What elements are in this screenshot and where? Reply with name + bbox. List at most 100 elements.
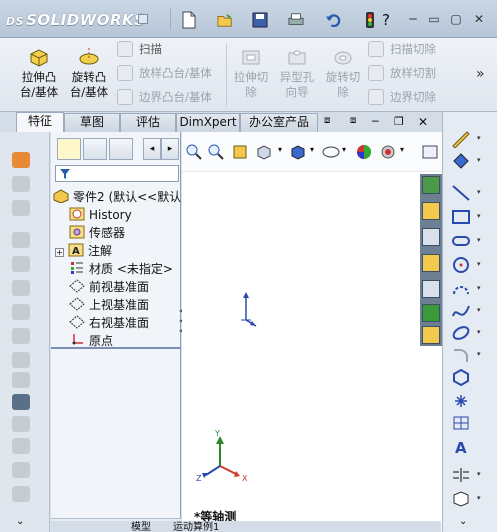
new-doc-icon[interactable]	[181, 11, 197, 29]
tab-evaluate[interactable]: 评估	[120, 113, 176, 132]
rectangle-icon[interactable]	[451, 208, 471, 226]
chevron-down-icon[interactable]: ▾	[477, 212, 481, 220]
minimize-button[interactable]: ─	[404, 12, 422, 28]
mirror-entities-icon[interactable]	[451, 466, 471, 484]
intersect-icon[interactable]	[12, 328, 30, 344]
help-icon[interactable]: ?	[378, 11, 394, 29]
search-tab[interactable]	[422, 254, 440, 272]
rib-icon[interactable]	[12, 232, 30, 248]
extrude-boss-button[interactable]: 拉伸凸 台/基体	[16, 46, 62, 100]
view-palette-tab[interactable]	[422, 280, 440, 298]
draft-icon[interactable]	[12, 256, 30, 272]
instant3d-icon[interactable]	[12, 438, 30, 454]
smart-dimension-icon[interactable]	[451, 152, 471, 170]
revolve-cut-button[interactable]: 旋转切 除	[320, 46, 366, 100]
chevron-down-icon[interactable]: ▾	[477, 236, 481, 244]
print-icon[interactable]	[288, 11, 304, 29]
pattern-icon[interactable]	[12, 372, 30, 388]
tree-root-part[interactable]: 零件2 (默认<<默认	[53, 188, 181, 206]
menu-caret-icon[interactable]	[138, 14, 148, 24]
point-icon[interactable]	[451, 392, 471, 410]
appearances-tab[interactable]	[422, 304, 440, 322]
tree-item-annotations[interactable]: + A 注解	[55, 242, 112, 260]
design-library-tab[interactable]	[422, 202, 440, 220]
chamfer-icon[interactable]	[12, 200, 30, 216]
graphics-area[interactable]: ▾ ▾ ▾ ▾ Y X Z *等轴测	[182, 132, 442, 532]
zoom-to-fit-icon[interactable]	[186, 144, 202, 160]
tab-features[interactable]: 特征	[16, 112, 64, 133]
tree-item-right-plane[interactable]: 右视基准面	[69, 314, 149, 332]
chevron-down-icon[interactable]: ▾	[477, 494, 481, 502]
sweep-button[interactable]: 扫描	[117, 40, 162, 58]
chevron-down-icon[interactable]: ▾	[477, 260, 481, 268]
slot-icon[interactable]	[451, 232, 471, 250]
file-explorer-tab[interactable]	[422, 228, 440, 246]
swept-cut-button[interactable]: 扫描切除	[368, 40, 436, 58]
fillet-sketch-icon[interactable]	[451, 346, 471, 364]
fillet-icon[interactable]	[12, 176, 30, 192]
tree-item-history[interactable]: History	[69, 206, 132, 224]
tree-item-front-plane[interactable]: 前视基准面	[69, 278, 149, 296]
split-icon[interactable]	[12, 462, 30, 478]
open-icon[interactable]	[217, 11, 233, 29]
chevron-down-icon[interactable]: ▾	[477, 156, 481, 164]
polygon-icon[interactable]	[451, 368, 471, 386]
scroll-right-button[interactable]: ▸	[161, 138, 179, 160]
text-icon[interactable]: A	[451, 438, 471, 456]
mirror-icon[interactable]	[12, 352, 30, 368]
circle-icon[interactable]	[451, 256, 471, 274]
chevron-down-icon[interactable]: ⌄	[16, 516, 24, 527]
rebuild-icon[interactable]	[362, 11, 378, 29]
display-style-icon[interactable]	[322, 144, 340, 160]
hole-wizard-button[interactable]: 异型孔 向导	[274, 46, 320, 100]
tree-filter-input[interactable]	[55, 165, 179, 182]
doc-prev-icon[interactable]: ⧈	[324, 115, 330, 126]
doc-restore-button[interactable]: ❐	[394, 115, 404, 128]
tab-sketch[interactable]: 草图	[64, 113, 120, 132]
section-view-icon[interactable]	[256, 144, 272, 160]
curves-icon[interactable]	[12, 416, 30, 432]
ellipse-icon[interactable]	[451, 324, 471, 342]
tree-item-material[interactable]: 材质 <未指定>	[69, 260, 173, 278]
feature-tool-icon[interactable]	[12, 152, 30, 168]
plane-sketch-icon[interactable]	[451, 414, 471, 432]
chevron-down-icon[interactable]: ▾	[477, 306, 481, 314]
chevron-down-icon[interactable]: ▾	[477, 134, 481, 142]
doc-close-button[interactable]: ✕	[418, 115, 428, 129]
chevron-down-icon[interactable]: ▾	[477, 188, 481, 196]
arc-icon[interactable]	[451, 280, 471, 298]
view-settings-icon[interactable]	[422, 144, 438, 160]
maximize-button[interactable]: ▢	[447, 12, 465, 28]
chevron-down-icon[interactable]: ▾	[400, 145, 404, 154]
property-manager-tab[interactable]	[83, 138, 107, 160]
sketch-icon[interactable]	[451, 130, 471, 148]
chevron-down-icon[interactable]: ▾	[278, 145, 282, 154]
custom-properties-tab[interactable]	[422, 326, 440, 344]
solidworks-logo[interactable]: DS SOLIDWORKS	[6, 11, 145, 29]
ribbon-overflow-button[interactable]: »	[476, 66, 485, 82]
reference-geometry-icon[interactable]	[12, 394, 30, 410]
scene-icon[interactable]	[380, 144, 396, 160]
chevron-down-icon[interactable]: ▾	[477, 350, 481, 358]
previous-view-icon[interactable]	[232, 144, 248, 160]
chevron-down-icon[interactable]: ▾	[477, 470, 481, 478]
tab-office-products[interactable]: 办公室产品	[240, 113, 318, 132]
move-face-icon[interactable]	[12, 486, 30, 502]
loft-boss-button[interactable]: 放样凸台/基体	[117, 64, 212, 82]
spline-icon[interactable]	[451, 302, 471, 320]
restore-button[interactable]: ▭	[425, 12, 443, 28]
rollback-bar[interactable]	[51, 347, 181, 349]
tree-item-top-plane[interactable]: 上视基准面	[69, 296, 149, 314]
tab-motion-study[interactable]: 运动算例1	[173, 522, 219, 532]
close-button[interactable]: ✕	[470, 12, 488, 28]
boundary-cut-button[interactable]: 边界切除	[368, 88, 436, 106]
scroll-left-button[interactable]: ◂	[143, 138, 161, 160]
quick-snaps-icon[interactable]	[451, 490, 471, 508]
configuration-manager-tab[interactable]	[109, 138, 133, 160]
revolve-boss-button[interactable]: 旋转凸 台/基体	[66, 46, 112, 100]
doc-minimize-button[interactable]: ─	[372, 115, 379, 128]
doc-next-icon[interactable]: ⧈	[350, 115, 356, 126]
tab-dimxpert[interactable]: DimXpert	[176, 113, 240, 132]
chevron-down-icon[interactable]: ▾	[342, 145, 346, 154]
chevron-down-icon[interactable]: ▾	[477, 284, 481, 292]
